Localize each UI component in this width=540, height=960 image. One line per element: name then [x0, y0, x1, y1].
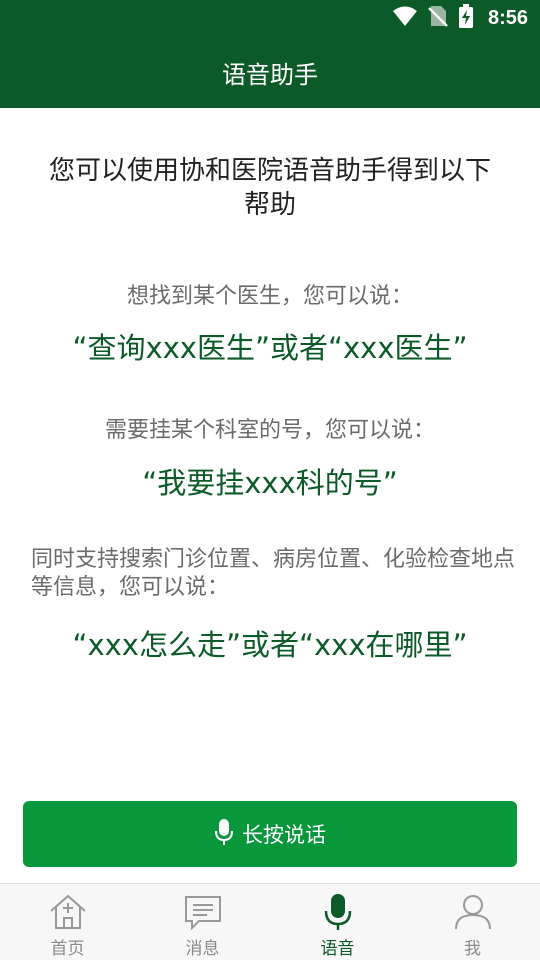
tab-home[interactable]: 首页: [0, 884, 135, 960]
intro-text: 您可以使用协和医院语音助手得到以下帮助: [48, 156, 491, 220]
status-time: 8:56: [487, 6, 528, 29]
tab-home-label: 首页: [50, 939, 85, 959]
example-find-doctor: “查询xxx医生”或者“xxx医生”: [72, 331, 468, 365]
prompt-register-department: 需要挂某个科室的号，您可以说：: [104, 418, 435, 443]
user-icon: [453, 892, 493, 932]
tab-voice[interactable]: 语音: [270, 884, 405, 960]
message-icon: [183, 892, 223, 932]
microphone-icon: [214, 818, 234, 850]
page-title: 语音助手: [222, 60, 318, 89]
tab-messages[interactable]: 消息: [135, 884, 270, 960]
tab-me-label: 我: [464, 939, 481, 959]
example-find-location: “xxx怎么走”或者“xxx在哪里”: [72, 628, 468, 662]
wifi-icon: [392, 5, 418, 31]
press-to-talk-label: 长按说话: [242, 823, 326, 847]
example-register-department: “我要挂xxx科的号”: [142, 466, 398, 500]
prompt-find-location: 同时支持搜索门诊位置、病房位置、化验检查地点等信息，您可以说：: [31, 547, 516, 600]
no-sim-icon: [428, 5, 448, 31]
tab-me[interactable]: 我: [405, 884, 540, 960]
status-icons: 8:56: [392, 4, 528, 32]
microphone-icon: [318, 892, 358, 932]
app-bar: 语音助手: [0, 36, 540, 108]
tab-messages-label: 消息: [185, 939, 220, 959]
home-icon: [48, 892, 88, 932]
bottom-tab-bar: 首页 消息 语音 我: [0, 883, 540, 960]
tab-voice-label: 语音: [320, 939, 355, 959]
prompt-find-doctor: 想找到某个医生，您可以说：: [126, 284, 413, 309]
press-to-talk-button[interactable]: 长按说话: [23, 801, 517, 867]
status-bar: 8:56: [0, 0, 540, 36]
battery-charging-icon: [458, 4, 474, 32]
